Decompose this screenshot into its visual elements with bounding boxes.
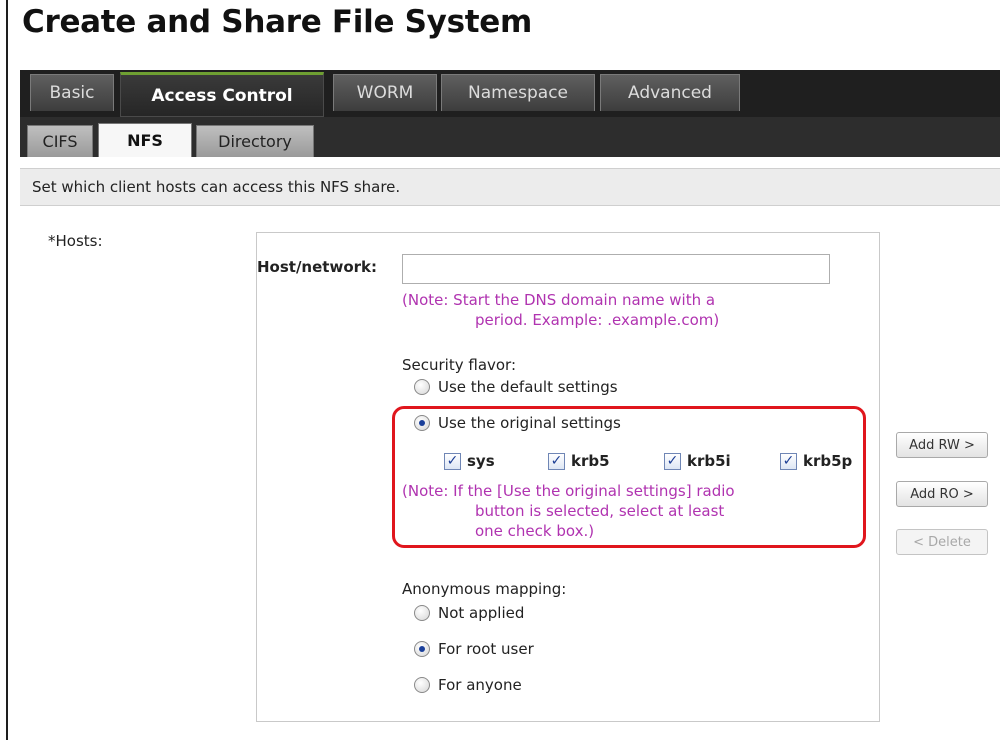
tab-basic[interactable]: Basic (30, 74, 114, 111)
add-ro-button[interactable]: Add RO > (896, 481, 988, 507)
subtab-nfs[interactable]: NFS (98, 123, 192, 157)
add-rw-button[interactable]: Add RW > (896, 432, 988, 458)
security-flavor-label: Security flavor: (402, 356, 517, 374)
radio-for-anyone[interactable]: For anyone (414, 676, 522, 694)
checkbox-krb5[interactable]: ✓ krb5 (548, 452, 610, 470)
security-note-line-3: one check box.) (475, 522, 595, 540)
radio-button-icon[interactable] (414, 677, 430, 693)
tab-access-control[interactable]: Access Control (120, 72, 324, 117)
checkbox-checked-icon[interactable]: ✓ (780, 452, 797, 470)
radio-label: For anyone (438, 676, 522, 694)
checkbox-krb5i[interactable]: ✓ krb5i (664, 452, 731, 470)
window-left-border (6, 0, 8, 740)
checkbox-label: krb5 (571, 452, 610, 470)
checkbox-label: sys (467, 452, 495, 470)
checkbox-label: krb5i (687, 452, 731, 470)
page-title: Create and Share File System (22, 4, 532, 40)
radio-button-icon[interactable] (414, 605, 430, 621)
checkbox-checked-icon[interactable]: ✓ (444, 452, 461, 470)
checkbox-checked-icon[interactable]: ✓ (548, 452, 565, 470)
checkbox-sys[interactable]: ✓ sys (444, 452, 495, 470)
subtab-directory[interactable]: Directory (196, 125, 314, 157)
tab-advanced[interactable]: Advanced (600, 74, 740, 111)
radio-use-default-settings[interactable]: Use the default settings (414, 378, 618, 396)
subtab-cifs[interactable]: CIFS (27, 125, 93, 157)
radio-label: For root user (438, 640, 534, 658)
hosts-label: *Hosts: (48, 232, 103, 250)
tab-namespace[interactable]: Namespace (441, 74, 595, 111)
host-network-label: Host/network: (257, 258, 377, 276)
checkbox-label: krb5p (803, 452, 853, 470)
sub-tab-bar: CIFS NFS Directory (20, 117, 1000, 157)
radio-label: Use the default settings (438, 378, 618, 396)
host-network-input[interactable] (402, 254, 830, 284)
page-description: Set which client hosts can access this N… (20, 168, 1000, 206)
radio-for-root-user[interactable]: For root user (414, 640, 534, 658)
radio-use-original-settings[interactable]: Use the original settings (414, 414, 621, 432)
radio-button-selected-icon[interactable] (414, 415, 430, 431)
radio-button-icon[interactable] (414, 379, 430, 395)
main-tab-bar: Basic Access Control WORM Namespace Adva… (20, 70, 1000, 117)
security-note-line-1: (Note: If the [Use the original settings… (402, 482, 735, 500)
checkbox-checked-icon[interactable]: ✓ (664, 452, 681, 470)
anonymous-mapping-label: Anonymous mapping: (402, 580, 567, 598)
delete-button[interactable]: < Delete (896, 529, 988, 555)
radio-label: Use the original settings (438, 414, 621, 432)
host-note-line-1: (Note: Start the DNS domain name with a (402, 291, 716, 309)
security-note-line-2: button is selected, select at least (475, 502, 725, 520)
tab-worm[interactable]: WORM (333, 74, 437, 111)
radio-button-selected-icon[interactable] (414, 641, 430, 657)
checkbox-krb5p[interactable]: ✓ krb5p (780, 452, 852, 470)
radio-not-applied[interactable]: Not applied (414, 604, 524, 622)
host-note-line-2: period. Example: .example.com) (475, 311, 720, 329)
radio-label: Not applied (438, 604, 525, 622)
